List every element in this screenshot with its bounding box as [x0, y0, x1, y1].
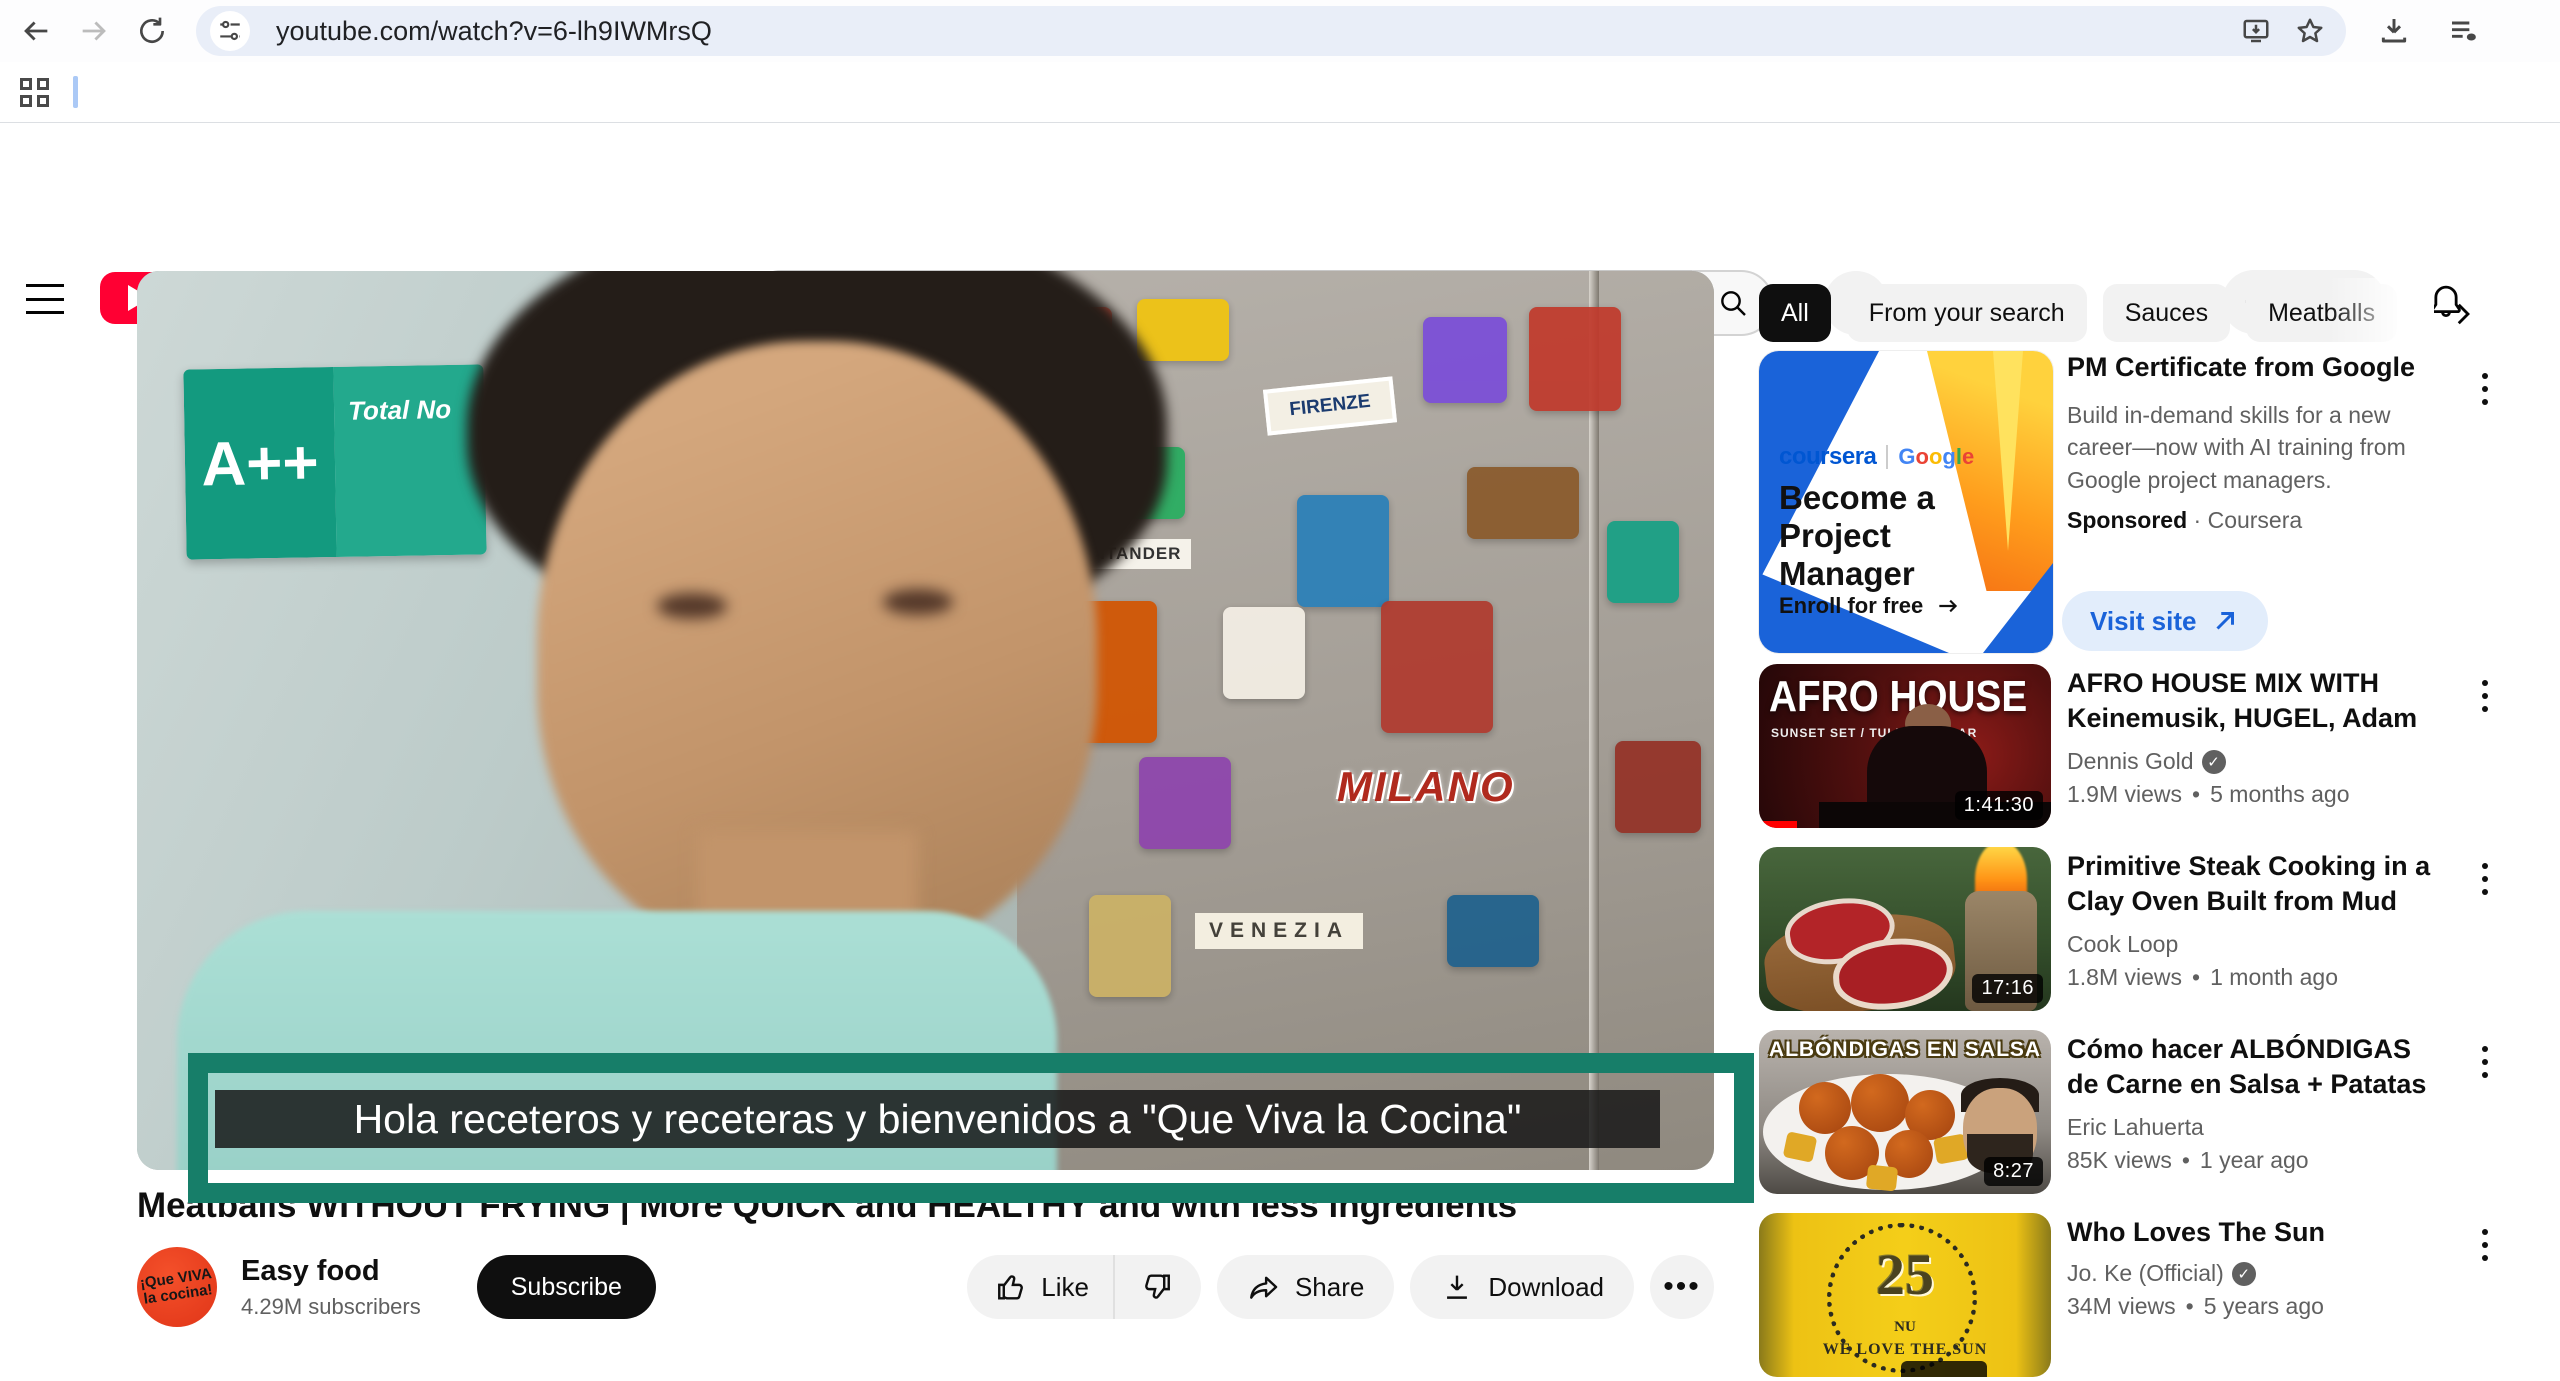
- bookmark-star-icon[interactable]: [2288, 9, 2332, 53]
- site-info-icon[interactable]: [210, 11, 250, 51]
- google-logo: Google: [1898, 444, 1974, 470]
- dislike-button[interactable]: [1113, 1255, 1201, 1319]
- external-link-icon: [2210, 606, 2240, 636]
- subscriber-count: 4.29M subscribers: [241, 1294, 421, 1320]
- apps-grid-icon[interactable]: [20, 78, 49, 107]
- share-button[interactable]: Share: [1217, 1255, 1394, 1319]
- thumbs-down-icon: [1139, 1270, 1173, 1304]
- related-video-card: 17:16 Primitive Steak Cooking in a Clay …: [1759, 847, 2509, 1015]
- related-video-title[interactable]: Cómo hacer ALBÓNDIGAS de Carne en Salsa …: [2067, 1032, 2437, 1104]
- related-video-channel[interactable]: Dennis Gold ✓: [2067, 748, 2437, 775]
- caption-bar: Hola receteros y receteras y bienvenidos…: [215, 1090, 1660, 1148]
- coursera-logo: coursera: [1779, 443, 1876, 471]
- ad-title[interactable]: PM Certificate from Google: [2067, 351, 2427, 385]
- back-icon[interactable]: [14, 9, 58, 53]
- like-dislike-pill: Like: [967, 1255, 1201, 1319]
- related-video-meta: 85K views•1 year ago: [2067, 1147, 2437, 1174]
- channel-name[interactable]: Easy food: [241, 1255, 421, 1288]
- energy-grade: A++: [183, 367, 336, 560]
- chip-sauces[interactable]: Sauces: [2103, 284, 2230, 342]
- arrow-right-icon: [1935, 593, 1961, 619]
- related-video-title[interactable]: Primitive Steak Cooking in a Clay Oven B…: [2067, 849, 2437, 921]
- related-video-meta: 1.9M views•5 months ago: [2067, 781, 2437, 808]
- video-thumbnail[interactable]: 17:16: [1759, 847, 2051, 1011]
- visit-site-button[interactable]: Visit site: [2062, 591, 2268, 651]
- ad-headline: Become a Project Manager: [1779, 479, 1999, 593]
- related-video-meta: 34M views•5 years ago: [2067, 1293, 2437, 1320]
- subscribe-button[interactable]: Subscribe: [477, 1255, 656, 1319]
- related-video-title[interactable]: Who Loves The Sun: [2067, 1215, 2437, 1250]
- url-text[interactable]: youtube.com/watch?v=6-lh9IWMrsQ: [276, 16, 2224, 47]
- browser-toolbar: youtube.com/watch?v=6-lh9IWMrsQ: [0, 0, 2560, 62]
- download-button[interactable]: Download: [1410, 1255, 1634, 1319]
- video-title: Meatballs WITHOUT FRYING | More QUICK an…: [137, 1186, 1714, 1226]
- ad-thumbnail[interactable]: coursera Google Become a Project Manager…: [1759, 351, 2053, 653]
- duration-badge: [1901, 1361, 1987, 1377]
- video-frame: FIRENZE SANTANDER MILANO VENEZIA A++ Tot…: [137, 271, 1714, 1170]
- related-video-channel[interactable]: Eric Lahuerta: [2067, 1114, 2437, 1141]
- filter-chips: All From your search Sauces Meatballs: [1759, 284, 2397, 342]
- caption-text: Hola receteros y receteras y bienvenidos…: [354, 1096, 1522, 1143]
- related-video-card: 25 NU WE LOVE THE SUN Who Loves The Sun …: [1759, 1213, 2509, 1381]
- duration-badge: 17:16: [1972, 974, 2043, 1003]
- video-info-row: ¡Que VIVA la cocina! Easy food 4.29M sub…: [137, 1245, 1714, 1329]
- verified-badge-icon: ✓: [2202, 750, 2226, 774]
- related-video-title[interactable]: AFRO HOUSE MIX WITH Keinemusik, HUGEL, A…: [2067, 666, 2437, 738]
- channel-avatar[interactable]: ¡Que VIVA la cocina!: [137, 1247, 217, 1327]
- bookmark-caret: [73, 76, 78, 108]
- video-menu-icon[interactable]: [2465, 1034, 2505, 1090]
- related-video-channel[interactable]: Cook Loop: [2067, 931, 2437, 958]
- ad-body: Build in-demand skills for a new career—…: [2067, 399, 2427, 497]
- magnet-milano: MILANO: [1337, 763, 1515, 811]
- thumbs-up-icon: [995, 1270, 1029, 1304]
- verified-badge-icon: ✓: [2232, 1262, 2256, 1286]
- duration-badge: 1:41:30: [1955, 791, 2043, 820]
- ad-cta[interactable]: Enroll for free: [1779, 593, 1961, 619]
- like-button[interactable]: Like: [967, 1255, 1113, 1319]
- energy-label-sticker: A++ Total No: [183, 364, 486, 559]
- download-icon: [1440, 1270, 1474, 1304]
- video-thumbnail[interactable]: AFRO HOUSE SUNSET SET / TULUM SKYBAR 1:4…: [1759, 664, 2051, 828]
- video-player[interactable]: FIRENZE SANTANDER MILANO VENEZIA A++ Tot…: [137, 271, 1714, 1170]
- bookmarks-bar: [0, 62, 2560, 123]
- video-thumbnail[interactable]: 25 NU WE LOVE THE SUN: [1759, 1213, 2051, 1377]
- duration-badge: 8:27: [1984, 1157, 2043, 1186]
- related-video-card: AFRO HOUSE SUNSET SET / TULUM SKYBAR 1:4…: [1759, 664, 2509, 832]
- related-video-channel[interactable]: Jo. Ke (Official) ✓: [2067, 1260, 2437, 1287]
- downloads-icon[interactable]: [2372, 9, 2416, 53]
- menu-icon[interactable]: [26, 284, 64, 314]
- reload-icon[interactable]: [130, 9, 174, 53]
- chip-from-your-search[interactable]: From your search: [1847, 284, 2087, 342]
- video-menu-icon[interactable]: [2465, 851, 2505, 907]
- reading-list-icon[interactable]: [2442, 9, 2486, 53]
- related-video-card: ALBÓNDIGAS EN SALSA 8:27 Cómo hacer ALBÓ…: [1759, 1030, 2509, 1198]
- magnet-venezia: VENEZIA: [1195, 913, 1363, 949]
- watch-progress-bar: [1759, 821, 1797, 828]
- forward-icon[interactable]: [72, 9, 116, 53]
- install-app-icon[interactable]: [2234, 9, 2278, 53]
- address-bar[interactable]: youtube.com/watch?v=6-lh9IWMrsQ: [196, 6, 2346, 56]
- chip-all[interactable]: All: [1759, 284, 1831, 342]
- sponsored-ad-card: coursera Google Become a Project Manager…: [1759, 351, 2509, 653]
- ad-menu-icon[interactable]: [2465, 361, 2505, 417]
- chip-meatballs[interactable]: Meatballs: [2246, 284, 2397, 342]
- ad-sponsored-line: Sponsored · Coursera: [2067, 507, 2427, 534]
- related-video-meta: 1.8M views•1 month ago: [2067, 964, 2437, 991]
- energy-side-text: Total No: [333, 364, 486, 557]
- video-menu-icon[interactable]: [2465, 1217, 2505, 1273]
- video-menu-icon[interactable]: [2465, 668, 2505, 724]
- video-thumbnail[interactable]: ALBÓNDIGAS EN SALSA 8:27: [1759, 1030, 2051, 1194]
- more-actions-button[interactable]: •••: [1650, 1255, 1714, 1319]
- chips-scroll-right-icon[interactable]: [2439, 290, 2487, 338]
- share-icon: [1247, 1270, 1281, 1304]
- youtube-header: YouTube AE cocina ✕ + Create: [0, 124, 2560, 270]
